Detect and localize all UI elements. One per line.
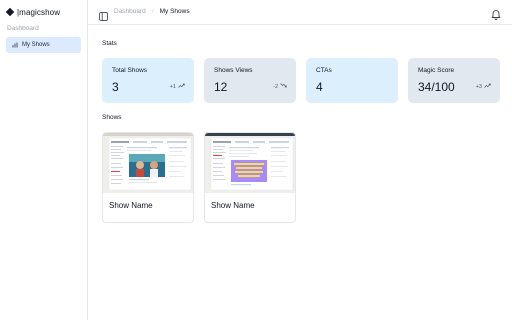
stat-card-magic-score: Magic Score 34/100 +3 xyxy=(408,58,500,103)
bell-icon[interactable] xyxy=(491,7,501,20)
chart-icon xyxy=(12,42,18,48)
stat-value: 4 xyxy=(316,80,323,94)
stat-delta: +1 xyxy=(170,83,185,90)
stat-card-shows-views: Shows Views 12 -2 xyxy=(204,58,296,103)
breadcrumb-current: My Shows xyxy=(159,8,190,15)
trend-up-icon xyxy=(484,83,491,90)
stat-value: 34/100 xyxy=(418,80,455,94)
main-content: Stats Total Shows 3 +1 Shows Views 12 -2 xyxy=(88,25,512,320)
sidebar-item-label: My Shows xyxy=(22,42,50,48)
sidebar-section-label: Dashboard xyxy=(7,25,39,32)
sidebar: |magicshow Dashboard My Shows xyxy=(0,0,88,320)
stat-label: Shows Views xyxy=(214,67,253,74)
breadcrumb: Dashboard / My Shows xyxy=(114,8,190,15)
app-root: |magicshow Dashboard My Shows Dashboard … xyxy=(0,0,512,320)
stat-label: Magic Score xyxy=(418,67,455,74)
stat-value: 3 xyxy=(112,80,119,94)
show-name: Show Name xyxy=(211,201,255,210)
sidebar-toggle-icon[interactable] xyxy=(99,8,108,21)
shows-heading: Shows xyxy=(102,114,122,121)
stat-delta-value: +3 xyxy=(475,83,482,90)
logo-text: |magicshow xyxy=(17,7,61,17)
show-thumbnail xyxy=(103,133,193,193)
stats-heading: Stats xyxy=(102,40,117,47)
breadcrumb-dashboard[interactable]: Dashboard xyxy=(114,8,146,15)
top-header: Dashboard / My Shows xyxy=(88,0,512,25)
sidebar-item-my-shows[interactable]: My Shows xyxy=(6,37,81,53)
logo[interactable]: |magicshow xyxy=(5,6,61,18)
stat-label: CTAs xyxy=(316,67,332,74)
breadcrumb-separator: / xyxy=(151,8,154,15)
show-card[interactable]: Show Name xyxy=(102,132,194,223)
stat-label: Total Shows xyxy=(112,67,148,74)
show-thumbnail xyxy=(205,133,295,193)
trend-down-icon xyxy=(280,83,287,90)
show-card[interactable]: Show Name xyxy=(204,132,296,223)
stat-delta: -2 xyxy=(273,83,287,90)
show-name: Show Name xyxy=(109,201,153,210)
stat-delta-value: -2 xyxy=(273,83,278,90)
stat-value: 12 xyxy=(214,80,228,94)
trend-up-icon xyxy=(178,83,185,90)
logo-diamond-icon xyxy=(5,7,15,17)
stat-delta-value: +1 xyxy=(169,83,176,90)
stat-card-ctas: CTAs 4 xyxy=(306,58,398,103)
stat-delta: +3 xyxy=(476,83,491,90)
stat-card-total-shows: Total Shows 3 +1 xyxy=(102,58,194,103)
